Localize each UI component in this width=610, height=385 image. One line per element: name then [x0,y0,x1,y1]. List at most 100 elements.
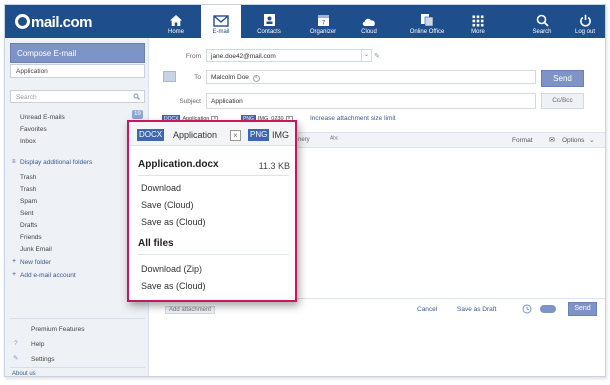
nav-cloud[interactable]: Cloud [357,5,381,38]
premium-features-link[interactable]: Premium Features [31,326,84,333]
nav-online-office[interactable]: Online Office [403,5,451,38]
about-us-link[interactable]: About us [12,371,36,376]
file-size: 11.3 KB [258,161,290,171]
nav-organizer-label: Organizer [309,29,337,35]
clock-icon[interactable] [522,304,532,314]
nav-more-label: More [471,29,485,35]
save-draft-button[interactable]: Save as Draft [457,306,496,313]
chevron-down-icon: ⌄ [361,50,371,61]
new-folder-link[interactable]: New folder [20,259,51,266]
from-label: From [185,53,201,60]
folder-search-input[interactable]: Search [10,90,145,103]
folder-inbox[interactable]: Inbox [20,138,36,145]
compose-email-button[interactable]: Compose E-mail [10,43,145,63]
folder-unread[interactable]: Unread E-mails [20,114,65,121]
subject-input[interactable]: Application [206,93,536,109]
format-button[interactable]: Format [512,137,533,144]
subject-label: Subject [179,98,201,105]
options-button[interactable]: Options [562,137,584,144]
folder-search-placeholder: Search [16,94,37,101]
search-icon [133,93,140,100]
nav-logout[interactable]: Log out [571,5,599,38]
settings-link[interactable]: Settings [31,356,55,363]
nav-logout-label: Log out [574,29,596,35]
popover-next-attachment[interactable]: IMG [272,129,289,141]
chevron-down-icon: ⌄ [589,137,595,144]
plus-icon: + [12,258,17,265]
logo-ring-icon [15,14,30,29]
increase-limit-link[interactable]: Increase attachment size limit [310,115,396,122]
nav-organizer[interactable]: 7 Organizer [302,5,344,38]
office-icon [421,14,434,27]
add-account-link[interactable]: Add e-mail account [20,272,76,279]
folder-favorites[interactable]: Favorites [20,126,47,133]
display-additional-folders[interactable]: Display additional folders [20,159,92,166]
folder-spam[interactable]: Spam [20,198,37,205]
nav-email[interactable]: E-mail [201,5,241,38]
nav-contacts-label: Contacts [257,29,281,35]
folder-drafts[interactable]: Drafts [20,222,37,229]
envelope-icon: ✉ [549,137,555,144]
wrench-icon[interactable]: ✎ [374,52,380,60]
folder-sent[interactable]: Sent [20,210,33,217]
unread-count-badge: 19 [132,110,143,119]
collapse-icon: ≡ [12,159,16,165]
calendar-icon: 7 [317,15,329,27]
plus-icon: + [12,271,17,278]
add-attachment-button[interactable]: Add attachment [165,306,216,314]
nav-online-office-label: Online Office [409,29,445,35]
remove-recipient-icon[interactable]: × [252,75,260,82]
popover-header: DOCX Application × PNG IMG [129,122,295,146]
spellcheck-icon[interactable]: ᴬᵇᶜ [330,136,338,143]
folder-trash-1[interactable]: Trash [20,174,36,181]
cc-bcc-button[interactable]: Cc/Bcc [541,93,584,109]
save-all-cloud-action[interactable]: Save as (Cloud) [141,281,206,291]
download-action[interactable]: Download [141,183,181,193]
cancel-button[interactable]: Cancel [417,306,437,313]
nav-more[interactable]: More [467,5,489,38]
save-as-cloud-action[interactable]: Save as (Cloud) [141,217,206,227]
popover-attachment-name[interactable]: Application [173,129,217,141]
envelope-icon [213,15,229,27]
png-tag: PNG [248,129,270,141]
stationery-button[interactable]: nery [298,137,310,143]
download-zip-action[interactable]: Download (Zip) [141,264,202,274]
nav-home[interactable]: Home [161,5,191,38]
to-label: To [194,74,201,81]
popover-divider [138,254,289,255]
contacts-icon [263,14,275,26]
nav-home-label: Home [167,29,184,35]
from-select[interactable]: jane.doe42@mail.com ⌄ [206,49,372,62]
remove-attachment-icon[interactable]: × [230,130,241,141]
all-files-heading: All files [138,238,174,249]
folder-trash-2[interactable]: Trash [20,186,36,193]
save-cloud-action[interactable]: Save (Cloud) [141,200,194,210]
mailcom-logo[interactable]: mail.com [15,12,95,32]
logo-text: mail.com [31,14,93,31]
cloud-icon [362,18,375,26]
folder-friends[interactable]: Friends [20,234,42,241]
from-value: jane.doe42@mail.com [211,53,276,60]
attachment-popover: DOCX Application × PNG IMG Application.d… [127,120,297,302]
sidebar-divider [10,318,145,319]
top-header: mail.com Home E-mail Contacts 7 Organize… [5,5,605,38]
grid-icon [472,15,484,27]
toggle-icon[interactable] [540,305,556,313]
nav-search[interactable]: Search [529,5,555,38]
nav-email-label: E-mail [212,29,230,35]
home-icon [170,15,182,26]
help-link[interactable]: Help [31,341,44,348]
nav-contacts[interactable]: Contacts [250,5,288,38]
send-button-bottom[interactable]: Send [568,302,597,316]
nav-search-label: Search [532,29,552,35]
recipient-chip[interactable]: Malcolm Doe [211,74,249,81]
folder-junk[interactable]: Junk Email [20,246,52,253]
docx-tag: DOCX [137,129,165,141]
file-name-heading: Application.docx [138,159,219,170]
sidebar-divider [10,367,145,368]
send-button-top[interactable]: Send [541,70,584,87]
wrench-icon: ✎ [13,355,19,362]
to-field[interactable]: Malcolm Doe × [206,70,536,84]
power-icon [579,14,591,27]
draft-item[interactable]: Application [10,64,145,78]
